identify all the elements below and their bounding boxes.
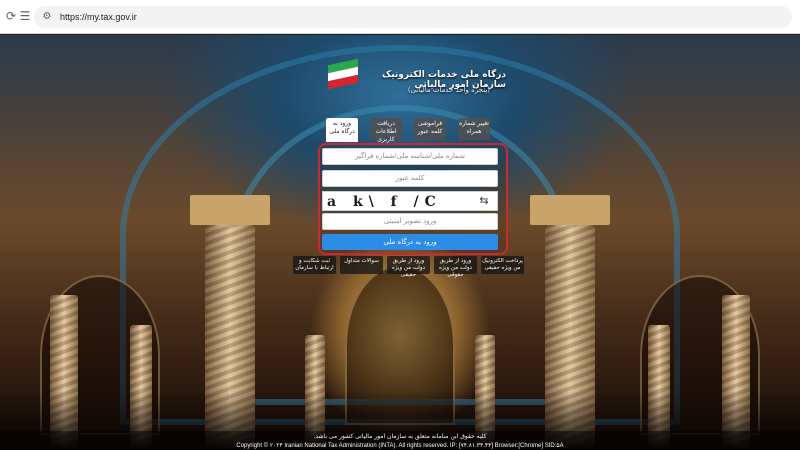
footer-copyright: Copyright © ۲۰۲۴ Iranian National Tax Ad… [236, 443, 564, 449]
refresh-captcha-icon[interactable]: ⇆ [477, 194, 491, 208]
site-info-icon[interactable]: ⚙ [40, 10, 54, 24]
password-input[interactable] [322, 170, 498, 187]
footer-rights: کلیه حقوق این سامانه متعلق به سازمان امو… [313, 433, 487, 440]
faq-link[interactable]: سوالات متداول [340, 256, 383, 274]
iran-flag-logo [328, 58, 358, 94]
username-input[interactable] [322, 148, 498, 165]
reload-icon[interactable]: ⟳ [4, 9, 18, 23]
tab-login-national-portal[interactable]: ورود به درگاه ملی [326, 118, 358, 142]
electronic-payment-link[interactable]: پرداخت الکترونیک من ویژه حقیقی [481, 256, 524, 274]
help-links: پرداخت الکترونیک من ویژه حقیقی ورود از ط… [293, 256, 525, 278]
pillar-capital [190, 195, 270, 225]
captcha-image: a k\ f /C ⇆ [322, 191, 498, 211]
tab-forgot-password[interactable]: فراموشی کلمه عبور [414, 118, 446, 140]
browser-toolbar: ⟳ ☰ ⚙ https://my.tax.gov.ir [0, 0, 800, 34]
url-text[interactable]: https://my.tax.gov.ir [60, 10, 137, 24]
captcha-text: a k\ f /C [327, 194, 442, 210]
tab-change-mobile[interactable]: تغییر شماره همراه [458, 118, 490, 140]
login-tabs: ورود به درگاه ملی دریافت اطلاعات کاربری … [326, 118, 492, 143]
address-bar[interactable]: ⚙ https://my.tax.gov.ir [34, 6, 792, 28]
tab-get-user-info[interactable]: دریافت اطلاعات کاربری [370, 118, 402, 143]
menu-icon[interactable]: ☰ [18, 9, 32, 23]
page-subtitle: (پنجره واحد خدمات مالیاتی) [407, 86, 490, 94]
complaint-link[interactable]: ثبت شکایت و ارتباط با سازمان [293, 256, 336, 274]
pillar-capital [530, 195, 610, 225]
login-legal-link[interactable]: ورود از طریق دولت من ویژه حقوقی [434, 256, 477, 278]
captcha-input[interactable] [322, 213, 498, 230]
login-submit-button[interactable]: ورود به درگاه ملی [322, 234, 498, 250]
login-individual-link[interactable]: ورود از طریق دولت من ویژه حقیقی [387, 256, 430, 278]
